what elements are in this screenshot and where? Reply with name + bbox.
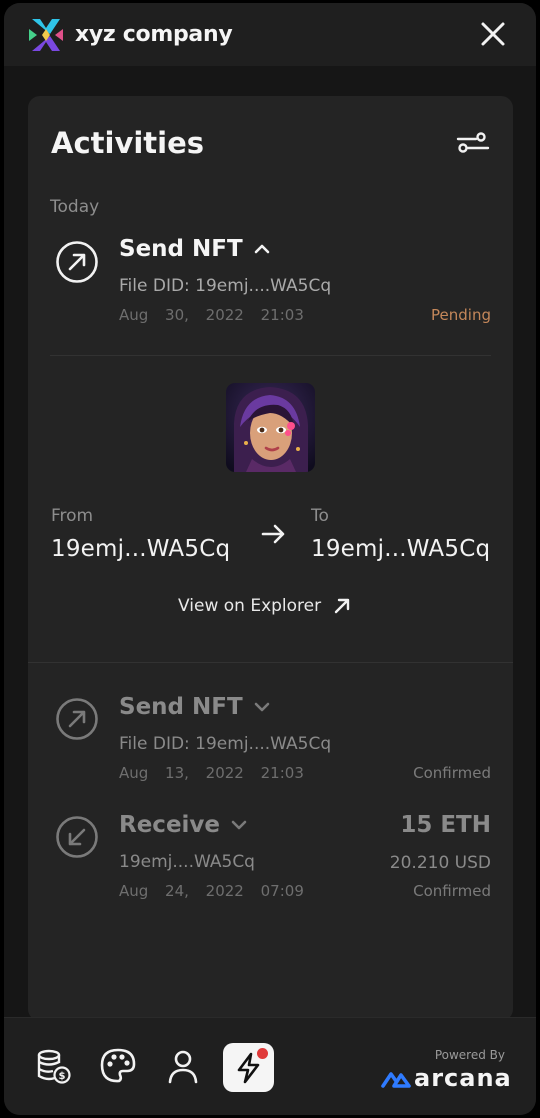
view-on-explorer-link[interactable]: View on Explorer bbox=[178, 596, 351, 616]
to-address: 19emj...WA5Cq bbox=[311, 536, 491, 562]
svg-text:$: $ bbox=[59, 1071, 66, 1082]
activity-toggle[interactable]: Receive bbox=[119, 812, 248, 838]
section-label-today: Today bbox=[50, 197, 100, 217]
time-text: 21:03 bbox=[260, 764, 304, 782]
date-text: Aug 13, 2022 bbox=[119, 764, 244, 782]
palette-icon[interactable] bbox=[98, 1046, 138, 1086]
arrow-right-icon bbox=[261, 524, 285, 544]
activity-subtitle: 19emj....WA5Cq bbox=[119, 852, 255, 872]
activity-subtitle: File DID: 19emj....WA5Cq bbox=[119, 734, 332, 754]
xyz-logo-icon bbox=[29, 18, 63, 51]
status-badge: Confirmed bbox=[413, 882, 491, 900]
notification-dot bbox=[257, 1048, 268, 1059]
from-address: 19emj...WA5Cq bbox=[51, 536, 231, 562]
activity-date: Aug 13, 2022 21:03 bbox=[119, 764, 304, 782]
arrow-down-left-circle-icon bbox=[56, 816, 98, 858]
wallet-window: xyz company Activities Today Send NFT Fi… bbox=[4, 3, 536, 1115]
external-link-icon bbox=[334, 598, 350, 614]
coins-dollar-icon[interactable]: $ bbox=[33, 1046, 73, 1086]
status-badge: Confirmed bbox=[413, 764, 491, 782]
activity-date: Aug 24, 2022 07:09 bbox=[119, 882, 304, 900]
chevron-up-icon bbox=[254, 244, 269, 254]
arrow-up-right-circle-icon bbox=[56, 241, 98, 283]
activity-title: Receive bbox=[119, 812, 221, 838]
activity-title: Send NFT bbox=[119, 694, 243, 720]
app-name: xyz company bbox=[75, 22, 233, 47]
date-text: Aug 24, 2022 bbox=[119, 882, 244, 900]
divider bbox=[28, 662, 513, 663]
date-text: Aug 30, 2022 bbox=[119, 306, 244, 324]
activity-toggle[interactable]: Send NFT bbox=[119, 694, 271, 720]
activities-card: Activities Today Send NFT File DID: 19em… bbox=[28, 96, 513, 1021]
user-icon[interactable] bbox=[163, 1046, 203, 1086]
status-badge: Pending bbox=[431, 306, 491, 324]
amount-eth: 15 ETH bbox=[400, 812, 491, 838]
bottom-nav: $ Powered By arcana bbox=[4, 1017, 536, 1115]
close-icon[interactable] bbox=[478, 19, 508, 49]
nav-activities-button[interactable] bbox=[223, 1043, 274, 1092]
time-text: 07:09 bbox=[260, 882, 304, 900]
arcana-logo-icon bbox=[381, 1072, 411, 1088]
time-text: 21:03 bbox=[260, 306, 304, 324]
explorer-link-label: View on Explorer bbox=[178, 596, 322, 616]
activity-date: Aug 30, 2022 21:03 bbox=[119, 306, 304, 324]
arrow-up-right-circle-icon bbox=[56, 698, 98, 740]
activity-title: Send NFT bbox=[119, 236, 243, 262]
filter-icon[interactable] bbox=[456, 131, 490, 157]
chevron-down-icon bbox=[254, 702, 269, 712]
divider bbox=[50, 355, 491, 356]
arcana-wordmark: arcana bbox=[414, 1064, 512, 1092]
chevron-down-icon bbox=[231, 820, 247, 830]
nft-thumbnail bbox=[226, 383, 315, 472]
to-label: To bbox=[311, 506, 329, 526]
arcana-brand: arcana bbox=[381, 1064, 512, 1092]
app-header: xyz company bbox=[4, 3, 536, 66]
activity-toggle[interactable]: Send NFT bbox=[119, 236, 271, 262]
powered-by-label: Powered By bbox=[434, 1048, 505, 1062]
amount-usd: 20.210 USD bbox=[389, 853, 491, 873]
page-title: Activities bbox=[51, 126, 205, 160]
activity-subtitle: File DID: 19emj....WA5Cq bbox=[119, 276, 332, 296]
from-label: From bbox=[51, 506, 94, 526]
